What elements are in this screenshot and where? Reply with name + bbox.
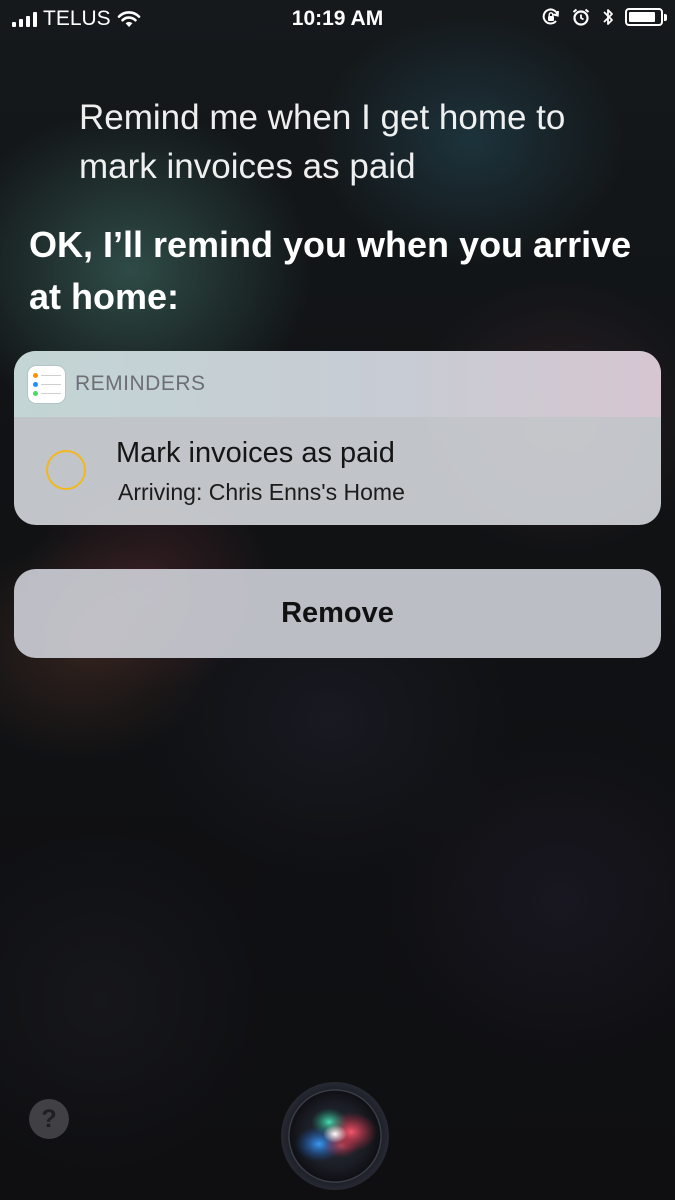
reminder-card[interactable]: REMINDERS Mark invoices as paid Arriving… [14,351,661,525]
bluetooth-icon [603,9,613,25]
battery-icon [625,8,667,26]
remove-button[interactable]: Remove [14,569,661,658]
status-bar: TELUS 10:19 AM [0,0,675,38]
card-app-name: REMINDERS [75,372,206,395]
alarm-icon [572,8,590,26]
card-header: REMINDERS [14,351,661,417]
user-query: Remind me when I get home to mark invoic… [79,98,566,186]
reminder-checkbox[interactable] [46,450,86,490]
reminders-app-icon [28,365,65,403]
help-button[interactable]: ? [29,1099,69,1139]
card-body: Mark invoices as paid Arriving: Chris En… [14,417,661,525]
orientation-lock-icon [542,8,559,25]
reminder-subtitle: Arriving: Chris Enns's Home [118,479,405,505]
siri-orb-icon[interactable] [281,1082,389,1190]
reminder-title: Mark invoices as paid [116,437,395,469]
battery-level [629,12,655,22]
status-right [541,6,667,28]
siri-response: OK, I’ll remind you when you arrive at h… [29,224,632,317]
